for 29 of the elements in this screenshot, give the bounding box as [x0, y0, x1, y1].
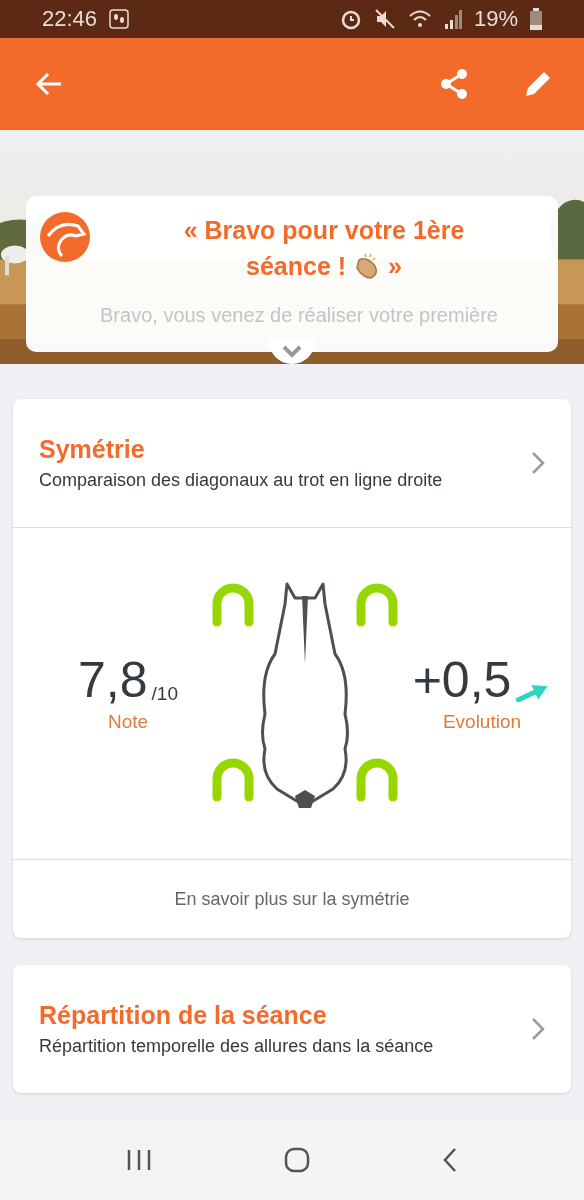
notification-text: Bravo, vous venez de réaliser votre première — [100, 304, 498, 327]
evolution-label: Evolution — [442, 710, 522, 733]
card-header[interactable]: Répartition de la séance Répartition temporelle des allures dans la séance — [13, 965, 571, 1093]
evolution-value: +0,5 — [412, 654, 512, 705]
clock: 22:46 — [42, 6, 98, 32]
card-subtitle: Comparaison des diagonaux au trot en ligne droite — [39, 470, 444, 491]
chevron-down-icon — [281, 344, 303, 358]
wifi-icon — [407, 9, 432, 29]
learn-more-link[interactable]: En savoir plus sur la symétrie — [13, 860, 571, 938]
score-value: 7,8 — [78, 654, 148, 705]
signal-icon — [443, 9, 462, 29]
chevron-right-icon — [531, 1017, 545, 1041]
card-title: Répartition de la séance — [39, 1001, 328, 1030]
mute-icon — [373, 8, 396, 30]
recent-apps-icon — [125, 1148, 152, 1172]
score-label: Note — [107, 710, 149, 733]
back-chevron-icon — [442, 1147, 459, 1173]
card-title: Symétrie — [39, 435, 146, 464]
card-header[interactable]: Symétrie Comparaison des diagonaux au trot en ligne droite — [13, 399, 571, 527]
home-icon — [283, 1146, 311, 1174]
battery-icon — [530, 8, 542, 30]
chevron-right-icon — [531, 451, 545, 475]
card-subtitle: Répartition temporelle des allures dans la séance — [39, 1036, 435, 1057]
score-max: /10 — [151, 682, 178, 705]
alarm-icon — [339, 8, 362, 30]
horse-logo-icon — [40, 212, 90, 262]
battery-percent: 19% — [473, 6, 518, 32]
share-icon — [438, 68, 470, 100]
notification-title: « Bravo pour votre 1ère séance ! » — [182, 215, 466, 282]
